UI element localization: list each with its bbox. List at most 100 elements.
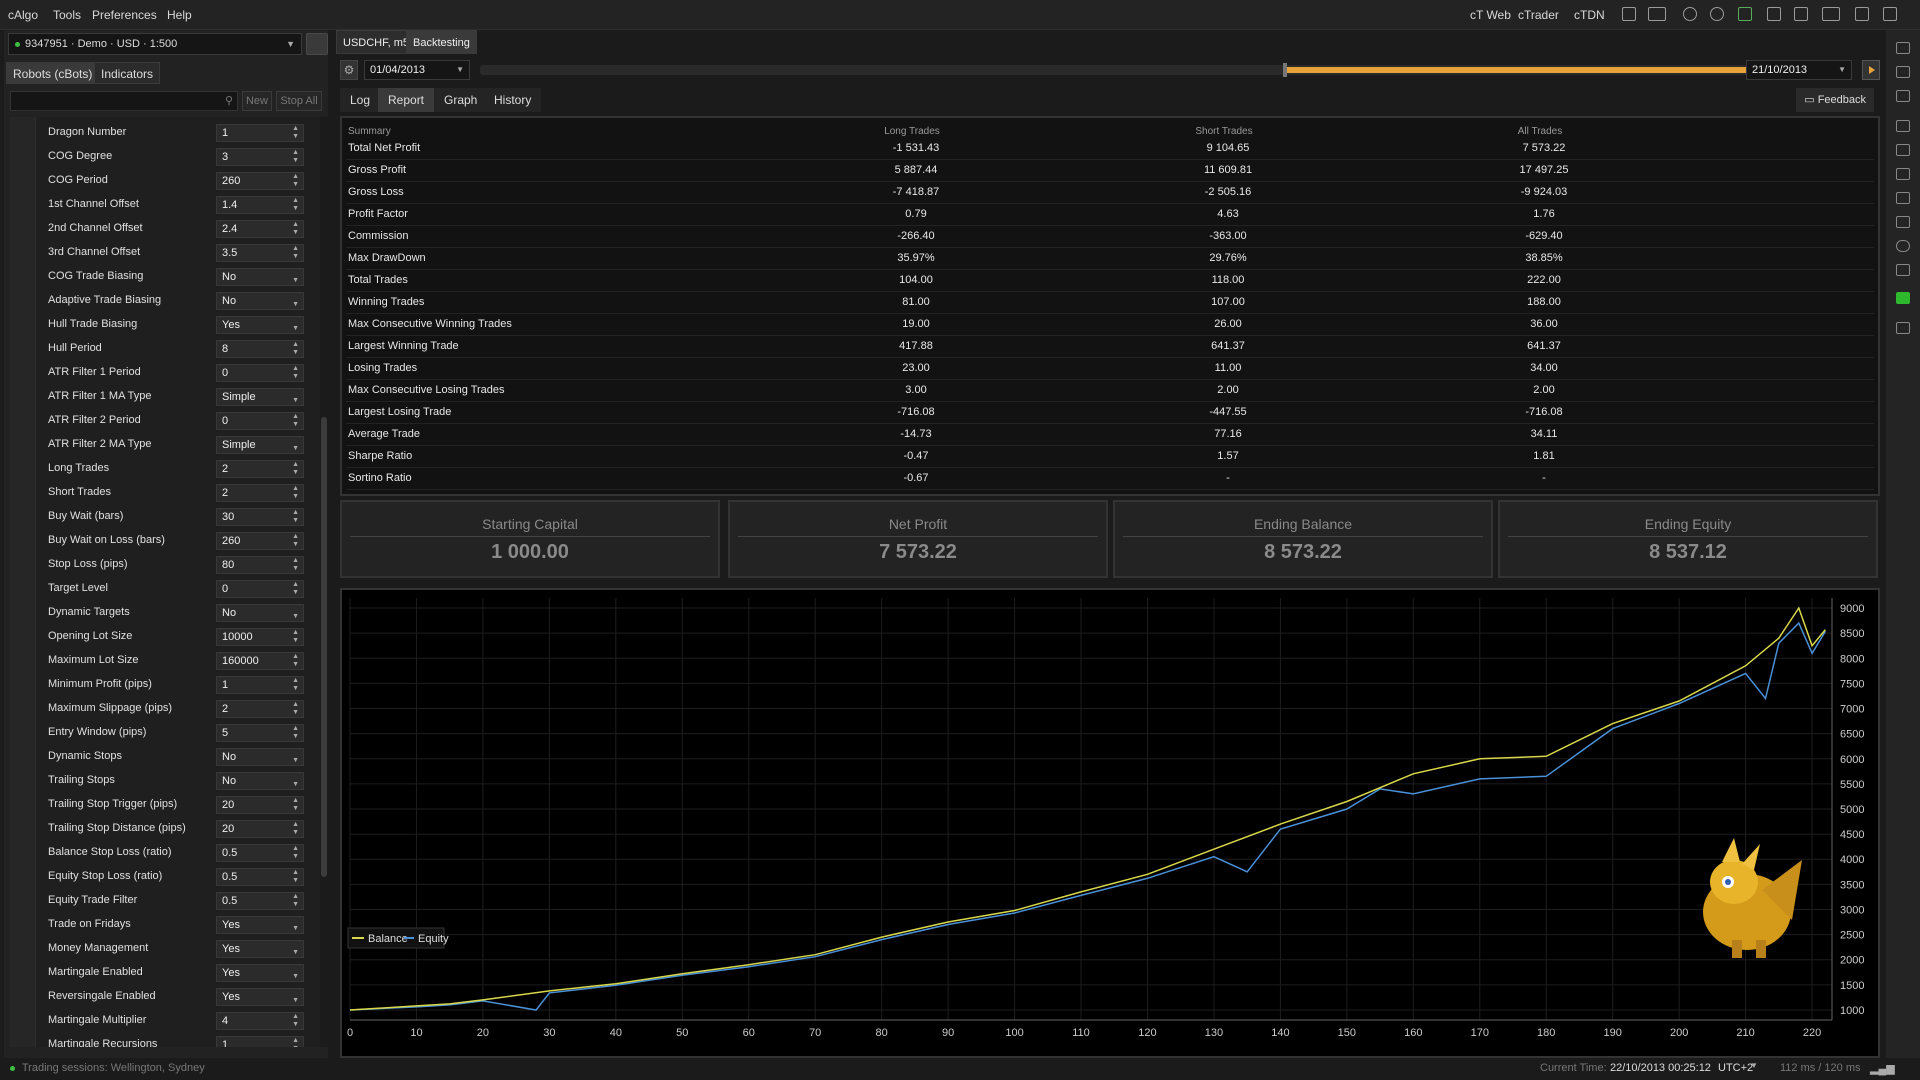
hline-icon[interactable] [1896, 192, 1910, 204]
stepper-icon[interactable]: ▲▼ [292, 797, 299, 813]
stepper-icon[interactable]: ▲▼ [292, 149, 299, 165]
stepper-icon[interactable]: ▲▼ [292, 677, 299, 693]
tab-indicators[interactable]: Indicators [94, 62, 161, 84]
stepper-icon[interactable]: ▲▼ [292, 893, 299, 909]
sound-icon[interactable] [1794, 7, 1808, 21]
stepper-icon[interactable]: ▲▼ [292, 197, 299, 213]
stepper-icon[interactable]: ▲▼ [292, 365, 299, 381]
stepper-icon[interactable]: ▲▼ [292, 869, 299, 885]
tab-log[interactable]: Log [340, 88, 381, 112]
notes-icon[interactable] [1622, 7, 1636, 21]
tab-graph[interactable]: Graph [434, 88, 488, 112]
param-input[interactable]: 0 ▲ ▼ [216, 364, 304, 382]
stepper-icon[interactable]: ▲▼ [292, 1013, 299, 1029]
scrollbar-thumb[interactable] [321, 417, 327, 877]
stepper-icon[interactable]: ▲▼ [292, 629, 299, 645]
fullscreen-icon[interactable] [1883, 7, 1897, 21]
search-input[interactable]: ⚲ [10, 91, 238, 111]
param-select[interactable]: Yes ▼ [216, 916, 304, 934]
text-icon[interactable] [1896, 264, 1910, 276]
stepper-icon[interactable]: ▲▼ [292, 533, 299, 549]
timezone-selector[interactable]: UTC+2 [1718, 1062, 1753, 1074]
slider-start-handle[interactable] [1283, 63, 1288, 77]
param-select[interactable]: No ▼ [216, 772, 304, 790]
start-date-picker[interactable]: 01/04/2013 ▼ [364, 60, 470, 80]
stop-all-button[interactable]: Stop All [276, 91, 322, 111]
stepper-icon[interactable]: ▲▼ [292, 821, 299, 837]
stepper-icon[interactable]: ▲▼ [292, 461, 299, 477]
param-input[interactable]: 10000 ▲ ▼ [216, 628, 304, 646]
param-select[interactable]: No ▼ [216, 292, 304, 310]
stepper-icon[interactable]: ▲▼ [292, 413, 299, 429]
layout-icon[interactable] [1855, 7, 1869, 21]
stepper-icon[interactable]: ▲▼ [292, 485, 299, 501]
zoom-icon[interactable] [1896, 90, 1910, 102]
user-icon[interactable] [306, 33, 328, 55]
param-input[interactable]: 160000 ▲ ▼ [216, 652, 304, 670]
param-select[interactable]: Yes ▼ [216, 316, 304, 334]
link-ct-web[interactable]: cT Web [1470, 8, 1511, 22]
stepper-icon[interactable]: ▲▼ [292, 173, 299, 189]
stepper-icon[interactable]: ▲▼ [292, 221, 299, 237]
tab-history[interactable]: History [484, 88, 542, 112]
param-input[interactable]: 1.4 ▲ ▼ [216, 196, 304, 214]
param-input[interactable]: 1 ▲▼ [216, 1036, 304, 1047]
stepper-icon[interactable]: ▲▼ [292, 701, 299, 717]
cursor-icon[interactable] [1896, 42, 1910, 54]
param-input[interactable]: 2.4 ▲ ▼ [216, 220, 304, 238]
param-input[interactable]: 30 ▲ ▼ [216, 508, 304, 526]
tab-backtesting[interactable]: Backtesting [406, 30, 477, 54]
gear-icon[interactable]: ⚙ [340, 60, 358, 80]
param-input[interactable]: 0.5 ▲ ▼ [216, 892, 304, 910]
param-input[interactable]: 20 ▲ ▼ [216, 820, 304, 838]
stepper-icon[interactable]: ▲▼ [292, 341, 299, 357]
stepper-icon[interactable]: ▲▼ [292, 581, 299, 597]
link-ctdn[interactable]: cTDN [1574, 8, 1605, 22]
param-input[interactable]: 5 ▲ ▼ [216, 724, 304, 742]
stepper-icon[interactable]: ▲▼ [292, 125, 299, 141]
crosshair-icon[interactable] [1896, 66, 1910, 78]
line-icon[interactable] [1896, 120, 1910, 132]
param-select[interactable]: No ▼ [216, 604, 304, 622]
param-input[interactable]: 260 ▲ ▼ [216, 532, 304, 550]
param-input[interactable]: 2 ▲ ▼ [216, 700, 304, 718]
equity-chart[interactable]: 0 10 20 30 40 50 60 70 80 90 100 110 120 130 140 150 160… [340, 588, 1880, 1058]
feedback-button[interactable]: ▭ Feedback [1796, 88, 1874, 112]
param-input[interactable]: 3 ▲ ▼ [216, 148, 304, 166]
stepper-icon[interactable]: ▲▼ [292, 845, 299, 861]
menu-preferences[interactable]: Preferences [92, 8, 157, 22]
param-input[interactable]: 3.5 ▲ ▼ [216, 244, 304, 262]
stepper-icon[interactable]: ▲▼ [292, 245, 299, 261]
fibonacci-icon[interactable] [1896, 168, 1910, 180]
rectangle-icon[interactable] [1896, 216, 1910, 228]
stepper-icon[interactable]: ▲▼ [292, 1037, 299, 1047]
stepper-icon[interactable]: ▲▼ [292, 557, 299, 573]
param-select[interactable]: Simple ▼ [216, 388, 304, 406]
param-select[interactable]: Yes ▼ [216, 988, 304, 1006]
alarm-icon[interactable] [1738, 7, 1752, 21]
param-select[interactable]: No ▼ [216, 268, 304, 286]
camera-icon[interactable] [1896, 322, 1910, 334]
stepper-icon[interactable]: ▲▼ [292, 725, 299, 741]
param-input[interactable]: 2 ▲ ▼ [216, 484, 304, 502]
video-icon[interactable] [1648, 7, 1666, 21]
app-menu[interactable]: cAlgo [8, 8, 38, 22]
param-input[interactable]: 2 ▲ ▼ [216, 460, 304, 478]
color-swatch-icon[interactable] [1896, 292, 1910, 304]
param-input[interactable]: 8 ▲ ▼ [216, 340, 304, 358]
calendar-icon[interactable] [1767, 7, 1781, 21]
param-select[interactable]: Simple ▼ [216, 436, 304, 454]
link-ctrader[interactable]: cTrader [1518, 8, 1559, 22]
param-input[interactable]: 1 ▲▼ [216, 676, 304, 694]
param-input[interactable]: 0.5 ▲ ▼ [216, 844, 304, 862]
tab-report[interactable]: Report [378, 88, 435, 112]
param-input[interactable]: 80 ▲ ▼ [216, 556, 304, 574]
support-icon[interactable] [1710, 7, 1724, 21]
end-date-picker[interactable]: 21/10/2013 ▼ [1746, 60, 1852, 80]
param-input[interactable]: 1 ▲▼ [216, 124, 304, 142]
pitchfork-icon[interactable] [1896, 144, 1910, 156]
backtest-range-slider[interactable] [480, 63, 1752, 77]
param-input[interactable]: 4 ▲ ▼ [216, 1012, 304, 1030]
param-select[interactable]: Yes ▼ [216, 940, 304, 958]
menu-tools[interactable]: Tools [53, 8, 81, 22]
